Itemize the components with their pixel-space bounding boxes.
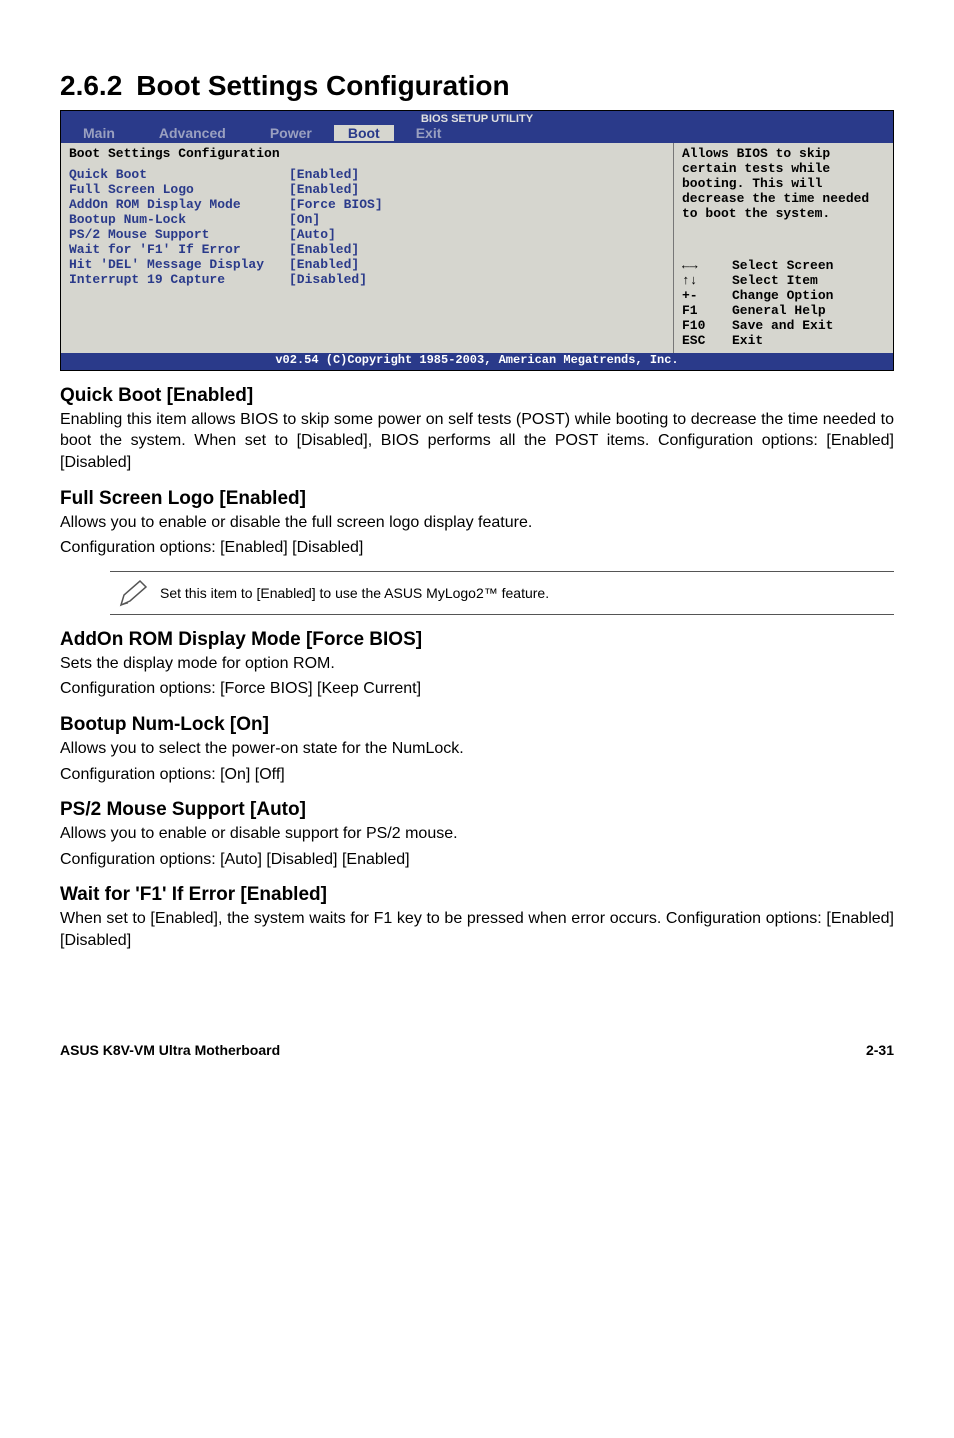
option-title: Quick Boot [Enabled] [60,385,894,407]
bios-header: BIOS SETUP UTILITY MainAdvancedPowerBoot… [61,111,893,143]
bios-setting-row: Bootup Num-Lock[On] [69,213,665,228]
bios-screenshot: BIOS SETUP UTILITY MainAdvancedPowerBoot… [60,110,894,371]
bios-nav-key: +- [682,289,732,304]
bios-menu-item: Advanced [137,125,248,141]
bios-setting-row: Quick Boot[Enabled] [69,168,665,183]
bios-nav-key: F1 [682,304,732,319]
bios-menu-bar: MainAdvancedPowerBootExit [61,125,893,141]
bios-setting-value: [Enabled] [289,243,359,258]
bios-nav-row: ↑↓Select Item [682,274,885,289]
option-paragraph: Configuration options: [On] [Off] [60,764,894,786]
bios-footer: v02.54 (C)Copyright 1985-2003, American … [61,353,893,370]
bios-nav-block: ←→Select Screen↑↓Select Item+-Change Opt… [682,249,885,349]
option-paragraph: Sets the display mode for option ROM. [60,653,894,675]
pencil-icon [110,578,160,608]
option-title: Wait for 'F1' If Error [Enabled] [60,884,894,906]
bios-nav-row: +-Change Option [682,289,885,304]
bios-nav-row: F1General Help [682,304,885,319]
option-title: Bootup Num-Lock [On] [60,714,894,736]
bios-nav-key: ↑↓ [682,274,732,289]
footer-right: 2-31 [866,1042,894,1058]
section-number: 2.6.2 [60,70,122,101]
bios-nav-action: General Help [732,304,826,319]
bios-setting-label: PS/2 Mouse Support [69,228,289,243]
note-block: Set this item to [Enabled] to use the AS… [110,571,894,615]
option-paragraph: Allows you to enable or disable support … [60,823,894,845]
bios-panel-heading: Boot Settings Configuration [69,147,665,162]
option-paragraph: Enabling this item allows BIOS to skip s… [60,409,894,474]
section-title: Boot Settings Configuration [136,70,509,101]
bios-setting-value: [Disabled] [289,273,367,288]
bios-nav-action: Exit [732,334,763,349]
bios-setup-title-icon: BIOS SETUP UTILITY [377,111,577,125]
bios-setting-value: [Enabled] [289,183,359,198]
bios-setting-row: Full Screen Logo[Enabled] [69,183,665,198]
bios-right-panel: Allows BIOS to skip certain tests while … [673,143,893,353]
bios-body: Boot Settings Configuration Quick Boot[E… [61,143,893,353]
option-paragraph: When set to [Enabled], the system waits … [60,908,894,951]
bios-menu-item: Boot [334,125,394,141]
bios-setting-row: Wait for 'F1' If Error[Enabled] [69,243,665,258]
bios-setting-label: Interrupt 19 Capture [69,273,289,288]
option-paragraph: Configuration options: [Enabled] [Disabl… [60,537,894,559]
bios-nav-action: Select Item [732,274,818,289]
bios-left-panel: Boot Settings Configuration Quick Boot[E… [61,143,673,353]
svg-text:BIOS SETUP UTILITY: BIOS SETUP UTILITY [421,113,534,125]
bios-nav-action: Select Screen [732,259,833,274]
bios-setting-label: Hit 'DEL' Message Display [69,258,289,273]
option-title: Full Screen Logo [Enabled] [60,488,894,510]
page-footer: ASUS K8V-VM Ultra Motherboard 2-31 [60,1042,894,1058]
note-text: Set this item to [Enabled] to use the AS… [160,585,549,601]
option-paragraph: Configuration options: [Force BIOS] [Kee… [60,678,894,700]
bios-nav-key: ESC [682,334,732,349]
bios-setting-value: [Enabled] [289,168,359,183]
footer-left: ASUS K8V-VM Ultra Motherboard [60,1042,280,1058]
bios-nav-row: ←→Select Screen [682,259,885,274]
bios-nav-key: F10 [682,319,732,334]
bios-help-text: Allows BIOS to skip certain tests while … [682,147,885,222]
bios-nav-row: ESCExit [682,334,885,349]
bios-setting-label: Bootup Num-Lock [69,213,289,228]
option-paragraph: Allows you to enable or disable the full… [60,512,894,534]
bios-setting-row: Interrupt 19 Capture[Disabled] [69,273,665,288]
option-paragraph: Configuration options: [Auto] [Disabled]… [60,849,894,871]
bios-setting-value: [On] [289,213,320,228]
bios-setting-label: Full Screen Logo [69,183,289,198]
bios-setting-label: Wait for 'F1' If Error [69,243,289,258]
bios-setting-value: [Force BIOS] [289,198,383,213]
bios-nav-action: Change Option [732,289,833,304]
bios-setting-row: AddOn ROM Display Mode[Force BIOS] [69,198,665,213]
bios-setting-label: AddOn ROM Display Mode [69,198,289,213]
bios-menu-item: Power [248,125,334,141]
section-heading: 2.6.2 Boot Settings Configuration [60,70,894,102]
bios-setting-row: PS/2 Mouse Support[Auto] [69,228,665,243]
option-title: AddOn ROM Display Mode [Force BIOS] [60,629,894,651]
bios-nav-action: Save and Exit [732,319,833,334]
bios-menu-item: Exit [394,125,464,141]
bios-setting-value: [Auto] [289,228,336,243]
bios-nav-row: F10Save and Exit [682,319,885,334]
bios-menu-item: Main [61,125,137,141]
bios-setting-value: [Enabled] [289,258,359,273]
bios-setting-row: Hit 'DEL' Message Display[Enabled] [69,258,665,273]
bios-setting-label: Quick Boot [69,168,289,183]
option-title: PS/2 Mouse Support [Auto] [60,799,894,821]
option-paragraph: Allows you to select the power-on state … [60,738,894,760]
bios-nav-key: ←→ [682,259,732,274]
